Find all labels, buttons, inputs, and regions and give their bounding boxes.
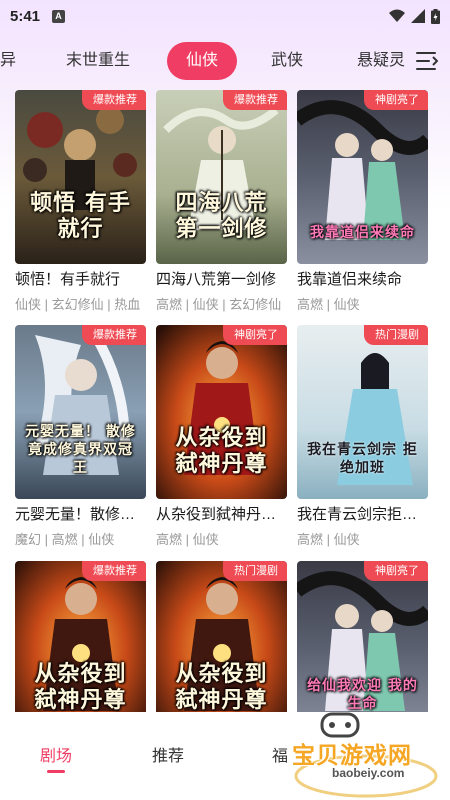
book-tags: 高燃 | 仙侠 | 玄幻修仙	[156, 297, 282, 312]
cover-title-text: 我靠道侣来续命	[310, 225, 415, 241]
cover-title-text: 从杂役到 弑神丹尊	[175, 425, 268, 477]
book-card[interactable]: 爆款推荐 顿悟 有手就行 顿悟！有手就行 仙侠 | 玄幻修仙 | 热血	[15, 90, 146, 314]
book-badge: 神剧亮了	[364, 561, 428, 581]
book-badge: 爆款推荐	[223, 90, 287, 110]
book-card[interactable]: 爆款推荐 四海八荒 第一剑修 四海八荒第一剑修 高燃 | 仙侠 | 玄幻修仙	[156, 90, 287, 314]
book-cover[interactable]: 神剧亮了 从杂役到 弑神丹尊	[156, 325, 287, 499]
book-title[interactable]: 我在青云剑宗拒…	[297, 505, 428, 525]
cover-title-text: 从杂役到 弑神丹尊	[34, 661, 127, 712]
cover-title-text: 我在青云剑宗 拒绝加班	[307, 442, 418, 476]
book-tags: 仙侠 | 玄幻修仙 | 热血	[15, 297, 141, 312]
book-card[interactable]: 热门漫剧 从杂役到 弑神丹尊	[156, 561, 287, 712]
status-icons	[389, 8, 440, 24]
cover-title-text: 元婴无量！ 散修竟成修真界双冠王	[25, 424, 136, 476]
book-cover[interactable]: 热门漫剧 从杂役到 弑神丹尊	[156, 561, 287, 712]
nav-tab-theater[interactable]: 剧场	[26, 742, 86, 766]
status-time: 5:41	[10, 7, 41, 25]
cover-title-text: 给仙我欢迎 我的生命	[307, 678, 418, 712]
cover-title-text: 从杂役到 弑神丹尊	[175, 661, 268, 712]
site-watermark: 宝贝游戏网 baobeiy.com	[268, 712, 450, 800]
book-title[interactable]: 元婴无量！散修…	[15, 505, 146, 525]
book-cover[interactable]: 爆款推荐 四海八荒 第一剑修	[156, 90, 287, 264]
tab-category-4[interactable]: 悬疑灵	[357, 42, 405, 80]
book-grid: 爆款推荐 顿悟 有手就行 顿悟！有手就行 仙侠 | 玄幻修仙 | 热血 爆款推荐…	[0, 90, 450, 712]
book-badge: 热门漫剧	[223, 561, 287, 581]
battery-icon	[431, 8, 440, 24]
book-cover[interactable]: 爆款推荐 从杂役到 弑神丹尊	[15, 561, 146, 712]
tab-category-0[interactable]: 异	[0, 42, 16, 80]
wifi-icon	[389, 9, 405, 22]
tab-category-3[interactable]: 武侠	[271, 42, 303, 80]
book-title[interactable]: 顿悟！有手就行	[15, 270, 146, 290]
book-cover[interactable]: 神剧亮了 给仙我欢迎 我的生命	[297, 561, 428, 712]
book-badge: 爆款推荐	[82, 325, 146, 345]
book-cover[interactable]: 爆款推荐 元婴无量！ 散修竟成修真界双冠王	[15, 325, 146, 499]
book-tags: 高燃 | 仙侠	[297, 297, 360, 312]
book-badge: 爆款推荐	[82, 561, 146, 581]
book-badge: 神剧亮了	[223, 325, 287, 345]
nav-active-indicator	[47, 770, 65, 773]
book-cover[interactable]: 爆款推荐 顿悟 有手就行	[15, 90, 146, 264]
book-badge: 爆款推荐	[82, 90, 146, 110]
notification-icon: A	[52, 9, 66, 23]
book-card[interactable]: 爆款推荐 元婴无量！ 散修竟成修真界双冠王 元婴无量！散修… 魔幻 | 高燃 |…	[15, 325, 146, 549]
book-card[interactable]: 神剧亮了 从杂役到 弑神丹尊 从杂役到弑神丹… 高燃 | 仙侠	[156, 325, 287, 549]
signal-icon	[411, 9, 425, 23]
watermark-url: baobeiy.com	[332, 766, 405, 780]
book-card[interactable]: 神剧亮了 给仙我欢迎 我的生命	[297, 561, 428, 712]
tab-category-2[interactable]: 仙侠	[167, 42, 237, 80]
book-tags: 高燃 | 仙侠	[297, 532, 360, 547]
tab-category-1[interactable]: 末世重生	[66, 42, 130, 80]
book-card[interactable]: 爆款推荐 从杂役到 弑神丹尊	[15, 561, 146, 712]
cover-title-text: 四海八荒 第一剑修	[175, 190, 268, 242]
book-tags: 高燃 | 仙侠	[156, 532, 219, 547]
book-title[interactable]: 从杂役到弑神丹…	[156, 505, 287, 525]
category-menu-icon[interactable]	[416, 52, 438, 70]
watermark-text: 宝贝游戏网	[292, 742, 412, 768]
book-cover[interactable]: 热门漫剧 我在青云剑宗 拒绝加班	[297, 325, 428, 499]
status-bar: 5:41 A	[0, 0, 450, 32]
book-badge: 热门漫剧	[364, 325, 428, 345]
cover-title-text: 顿悟 有手就行	[30, 190, 131, 242]
book-title[interactable]: 四海八荒第一剑修	[156, 270, 287, 290]
book-tags: 魔幻 | 高燃 | 仙侠	[15, 532, 115, 547]
book-title[interactable]: 我靠道侣来续命	[297, 270, 428, 290]
nav-tab-recommend[interactable]: 推荐	[138, 742, 198, 766]
category-tabs: 异 末世重生 仙侠 武侠 悬疑灵	[0, 40, 450, 82]
book-cover[interactable]: 神剧亮了 我靠道侣来续命	[297, 90, 428, 264]
book-badge: 神剧亮了	[364, 90, 428, 110]
book-card[interactable]: 热门漫剧 我在青云剑宗 拒绝加班 我在青云剑宗拒… 高燃 | 仙侠	[297, 325, 428, 549]
book-card[interactable]: 神剧亮了 我靠道侣来续命 我靠道侣来续命 高燃 | 仙侠	[297, 90, 428, 314]
